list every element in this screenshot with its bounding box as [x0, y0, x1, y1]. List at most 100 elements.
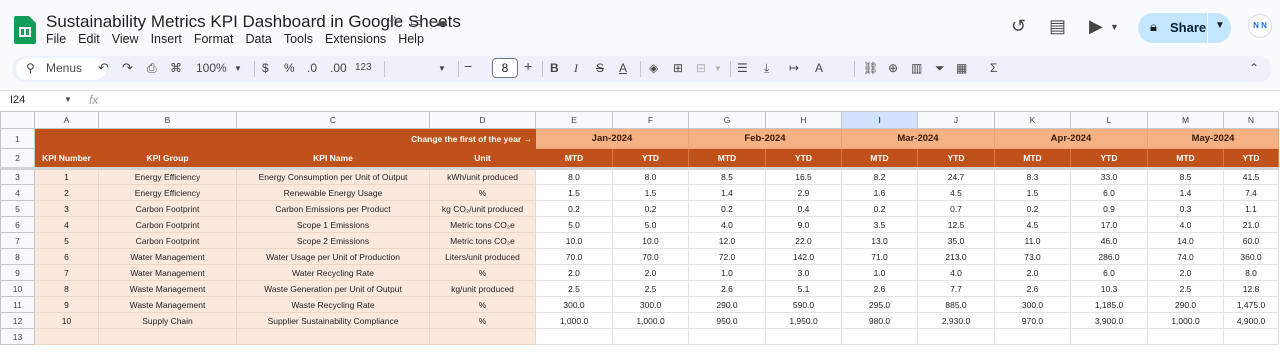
cell-ytd[interactable]: 1.5	[612, 184, 689, 201]
column-header-l[interactable]: L	[1070, 111, 1148, 129]
cell-kpi-name[interactable]: Supplier Sustainability Compliance	[236, 312, 430, 329]
menu-tools[interactable]: Tools	[284, 32, 313, 46]
column-header-n[interactable]: N	[1223, 111, 1279, 129]
cell-ytd[interactable]: 8.0	[1223, 264, 1279, 281]
cell-mtd[interactable]: 2.6	[688, 280, 766, 297]
cell-mtd[interactable]: 71.0	[841, 248, 918, 265]
empty-cell[interactable]	[1223, 328, 1279, 345]
cell-mtd[interactable]: 12.0	[688, 232, 766, 249]
header-ytd[interactable]: YTD	[1070, 148, 1148, 170]
cell-unit[interactable]: %	[429, 296, 536, 313]
collapse-toolbar-icon[interactable]: ⌃	[1249, 61, 1259, 75]
spreadsheet-grid[interactable]: A B C D E F G H I J K L M N 1 Change the…	[0, 111, 1280, 354]
insert-chart-icon[interactable]: ▥	[911, 61, 922, 75]
month-header[interactable]: May-2024	[1147, 128, 1279, 149]
cell-mtd[interactable]: 2.0	[535, 264, 613, 281]
row-header[interactable]: 1	[0, 128, 35, 149]
row-header[interactable]: 12	[0, 312, 35, 329]
cell-mtd[interactable]: 2.6	[841, 280, 918, 297]
cell-ytd[interactable]: 35.0	[917, 232, 995, 249]
cell-kpi-group[interactable]: Water Management	[98, 248, 237, 265]
menu-file[interactable]: File	[46, 32, 66, 46]
merge-cells-icon[interactable]: ⊟	[696, 61, 706, 75]
cell-mtd[interactable]: 1.6	[841, 184, 918, 201]
cell-ytd[interactable]: 0.2	[612, 200, 689, 217]
cell-mtd[interactable]: 290.0	[688, 296, 766, 313]
cell-mtd[interactable]: 300.0	[994, 296, 1071, 313]
font-size-input[interactable]: 8	[492, 58, 518, 78]
cell-ytd[interactable]: 5.1	[765, 280, 842, 297]
cell-unit[interactable]: kg CO₂/unit produced	[429, 200, 536, 217]
cell-kpi-name[interactable]: Waste Generation per Unit of Output	[236, 280, 430, 297]
avatar[interactable]: N N	[1248, 14, 1272, 38]
cell-mtd[interactable]: 1.5	[535, 184, 613, 201]
column-header-d[interactable]: D	[429, 111, 536, 129]
print-icon[interactable]: ⎙	[147, 61, 157, 76]
cell-mtd[interactable]: 290.0	[1147, 296, 1224, 313]
cell-ytd[interactable]: 46.0	[1070, 232, 1148, 249]
text-color-icon[interactable]: A	[619, 61, 627, 75]
cell-unit[interactable]: %	[429, 264, 536, 281]
cell-kpi-name[interactable]: Scope 2 Emissions	[236, 232, 430, 249]
header-kpi-number[interactable]: KPI Number	[34, 148, 99, 170]
select-all-corner[interactable]	[0, 111, 35, 129]
year-start-banner[interactable]: Change the first of the year →	[34, 128, 536, 149]
menu-format[interactable]: Format	[194, 32, 234, 46]
cell-kpi-name[interactable]: Energy Consumption per Unit of Output	[236, 168, 430, 185]
cell-ytd[interactable]: 6.0	[1070, 264, 1148, 281]
header-mtd[interactable]: MTD	[1147, 148, 1224, 170]
sheets-logo-icon[interactable]	[14, 16, 36, 44]
meet-icon[interactable]: ▶	[1089, 16, 1103, 37]
cell-mtd[interactable]: 1.5	[994, 184, 1071, 201]
cell-mtd[interactable]: 1.0	[688, 264, 766, 281]
empty-cell[interactable]	[1070, 328, 1148, 345]
column-header-f[interactable]: F	[612, 111, 689, 129]
bold-icon[interactable]: B	[550, 61, 559, 75]
cell-mtd[interactable]: 295.0	[841, 296, 918, 313]
cell-ytd[interactable]: 0.9	[1070, 200, 1148, 217]
search-menus[interactable]: ⚲ Menus	[16, 58, 106, 80]
cell-mtd[interactable]: 8.2	[841, 168, 918, 185]
borders-icon[interactable]: ⊞	[673, 61, 683, 75]
cell-kpi-name[interactable]: Carbon Emissions per Product	[236, 200, 430, 217]
cell-ytd[interactable]: 17.0	[1070, 216, 1148, 233]
cell-mtd[interactable]: 5.0	[535, 216, 613, 233]
column-header-k[interactable]: K	[994, 111, 1071, 129]
cell-mtd[interactable]: 8.5	[1147, 168, 1224, 185]
cell-ytd[interactable]: 1,950.0	[765, 312, 842, 329]
cell-ytd[interactable]: 6.0	[1070, 184, 1148, 201]
cell-ytd[interactable]: 4.5	[917, 184, 995, 201]
menu-help[interactable]: Help	[398, 32, 424, 46]
month-header[interactable]: Apr-2024	[994, 128, 1148, 149]
cell-mtd[interactable]: 8.3	[994, 168, 1071, 185]
column-header-i[interactable]: I	[841, 111, 918, 129]
cell-kpi-group[interactable]: Carbon Footprint	[98, 232, 237, 249]
font-family-dropdown-icon[interactable]: ▼	[438, 64, 446, 73]
header-mtd[interactable]: MTD	[535, 148, 613, 170]
cell-mtd[interactable]: 2.5	[535, 280, 613, 297]
merge-dropdown-icon[interactable]: ▼	[714, 64, 722, 73]
menu-edit[interactable]: Edit	[78, 32, 100, 46]
cell-mtd[interactable]: 970.0	[994, 312, 1071, 329]
empty-cell[interactable]	[841, 328, 918, 345]
cell-kpi-number[interactable]: 5	[34, 232, 99, 249]
cell-kpi-name[interactable]: Scope 1 Emissions	[236, 216, 430, 233]
cell-ytd[interactable]: 2.5	[612, 280, 689, 297]
cell-unit[interactable]: %	[429, 312, 536, 329]
cell-kpi-group[interactable]: Waste Management	[98, 280, 237, 297]
insert-link-icon[interactable]: ⛓	[863, 61, 878, 75]
cell-mtd[interactable]: 980.0	[841, 312, 918, 329]
zoom-select[interactable]: 100%	[196, 61, 227, 75]
cell-ytd[interactable]: 885.0	[917, 296, 995, 313]
cell-kpi-number[interactable]: 4	[34, 216, 99, 233]
empty-cell[interactable]	[994, 328, 1071, 345]
row-header[interactable]: 2	[0, 148, 35, 170]
cell-unit[interactable]: kg/unit produced	[429, 280, 536, 297]
header-kpi-group[interactable]: KPI Group	[98, 148, 237, 170]
empty-cell[interactable]	[612, 328, 689, 345]
empty-cell[interactable]	[98, 328, 237, 345]
header-ytd[interactable]: YTD	[917, 148, 995, 170]
text-rotation-icon[interactable]: A	[815, 61, 823, 75]
cell-mtd[interactable]: 1.4	[688, 184, 766, 201]
meet-dropdown-icon[interactable]: ▼	[1110, 22, 1119, 32]
